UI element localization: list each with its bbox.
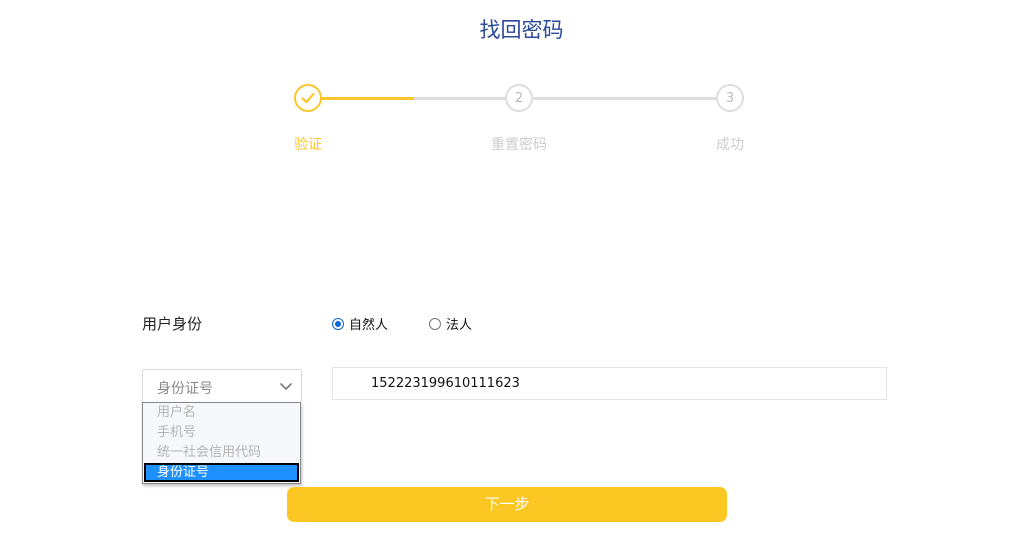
step-1-circle <box>294 84 322 112</box>
step-3-label: 成功 <box>716 137 744 153</box>
dropdown-option-credit-code[interactable]: 统一社会信用代码 <box>144 443 299 462</box>
step-line-completed <box>322 97 414 100</box>
dropdown-option-username[interactable]: 用户名 <box>144 403 299 422</box>
page-title: 找回密码 <box>479 18 564 42</box>
dropdown-option-id-number[interactable]: 身份证号 <box>144 463 299 482</box>
dropdown-option-phone[interactable]: 手机号 <box>144 423 299 442</box>
step-2-circle: 2 <box>505 84 533 112</box>
radio-legal-person-label: 法人 <box>446 318 473 333</box>
next-step-button[interactable]: 下一步 <box>287 487 727 522</box>
radio-legal-person[interactable]: 法人 <box>429 314 472 333</box>
step-3-number: 3 <box>725 90 735 106</box>
id-type-select-value: 身份证号 <box>157 381 213 397</box>
step-1-label: 验证 <box>294 137 322 153</box>
step-2-number: 2 <box>514 90 524 106</box>
radio-unchecked-icon[interactable] <box>429 317 441 330</box>
step-line-pending <box>533 97 716 100</box>
radio-checked-icon[interactable] <box>332 317 344 330</box>
checkmark-icon <box>301 92 315 104</box>
radio-natural-person-label: 自然人 <box>349 318 389 333</box>
step-2-label: 重置密码 <box>491 137 547 153</box>
step-3-circle: 3 <box>716 84 744 112</box>
id-number-input[interactable]: 152223199610111623 <box>332 367 887 400</box>
radio-natural-person[interactable]: 自然人 <box>332 314 388 333</box>
id-type-dropdown-list: 用户名 手机号 统一社会信用代码 身份证号 <box>142 402 301 484</box>
chevron-down-icon <box>280 383 292 390</box>
id-type-select[interactable]: 身份证号 <box>142 369 302 403</box>
step-line-pending <box>414 97 505 100</box>
identity-label: 用户身份 <box>142 315 203 333</box>
